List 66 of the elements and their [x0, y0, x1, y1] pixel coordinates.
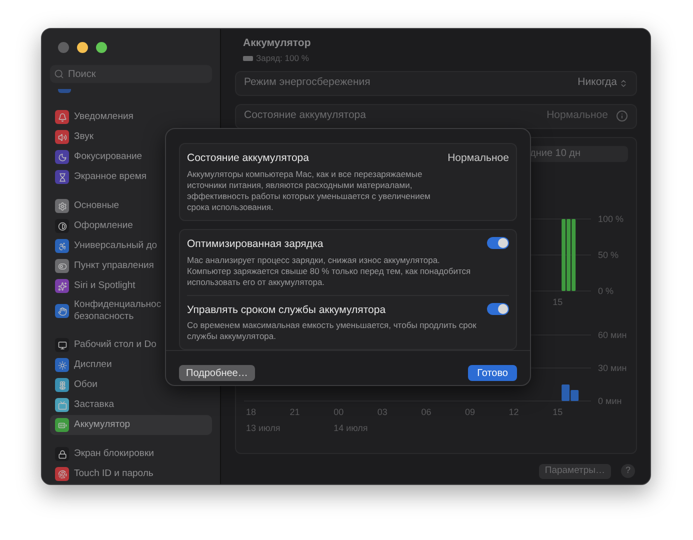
search-icon	[54, 69, 64, 79]
card-description: Аккумуляторы компьютера Mac, как и все перезаряжаемые источники питания, являются расходными материалами, эффективность работы которых уменьшается с увеличением срока использования.	[187, 168, 432, 213]
axis-label: 30 мин	[598, 362, 627, 372]
axis-label: 12	[508, 406, 519, 416]
minimize-button[interactable]	[77, 42, 88, 53]
toggle-description: Mac анализирует процесс зарядки, снижая износ аккумулятора. Компьютер заряжается свыше 80 % только перед тем, как понадобится использовать его от аккумулятора.	[187, 254, 472, 288]
date-label: 14 июля	[334, 422, 368, 432]
sidebar-label: Звук	[74, 131, 94, 143]
sidebar-label: Touch ID и пароль	[74, 468, 154, 480]
search-input[interactable]: Поиск	[68, 66, 208, 82]
row-value: Нормальное	[546, 108, 608, 124]
axis-label: 50 %	[598, 250, 619, 260]
sidebar-item[interactable]: Уведомления	[50, 107, 212, 127]
axis-label: 100 %	[598, 214, 624, 224]
sidebar-label: Универсальный до	[74, 240, 158, 252]
axis-label: 15	[552, 296, 563, 306]
row-label: Состояние аккумулятора	[244, 108, 366, 124]
sidebar-label: Рабочий стол и Do	[74, 339, 156, 351]
sidebar-label: Заставка	[74, 399, 114, 411]
sidebar-item[interactable]: Аккумулятор	[50, 415, 212, 435]
battery-icon	[243, 56, 253, 61]
sidebar-label: Пункт управления	[74, 260, 154, 272]
sidebar-label: Конфиденциальнос безопасность	[74, 299, 162, 323]
sidebar-label: Экранное время	[74, 171, 147, 183]
page-title: Аккумулятор	[243, 36, 312, 51]
toggle-description: Со временем максимальная емкость уменьшается, чтобы продлить срок службы аккумулятора.	[187, 320, 477, 342]
axis-label: 0 %	[598, 286, 614, 296]
axis-label: 03	[377, 406, 388, 416]
card-title: Состояние аккумулятора	[187, 151, 309, 166]
done-button[interactable]: Готово	[468, 365, 517, 382]
app-icon	[58, 89, 71, 93]
sidebar-label: Обои	[74, 379, 98, 391]
toggle-title: Оптимизированная зарядка	[187, 236, 324, 252]
axis-label: 00	[334, 406, 344, 416]
sidebar-label: Оформление	[74, 220, 133, 232]
options-button[interactable]: Параметры…	[538, 464, 611, 478]
zoom-button[interactable]	[96, 42, 107, 53]
popup-button[interactable]: Никогда	[578, 75, 628, 91]
axis-label: 18	[246, 406, 256, 416]
axis-label: 0 мин	[598, 396, 622, 406]
axis-label: 09	[465, 406, 475, 416]
row-label: Режим энергосбережения	[244, 75, 370, 90]
axis-label: 06	[421, 406, 432, 416]
sidebar-label: Siri и Spotlight	[74, 280, 136, 292]
sidebar-item[interactable]: Экран блокировки	[50, 444, 212, 464]
chevron-icon	[619, 78, 628, 88]
date-label: 13 июля	[246, 422, 280, 432]
sidebar-label: Основные	[74, 200, 120, 212]
sidebar-label: Уведомления	[74, 111, 134, 123]
axis-label: 60 мин	[598, 330, 627, 340]
sidebar-label: Экран блокировки	[74, 448, 154, 460]
status-value: Нормальное	[448, 151, 509, 166]
search-field[interactable]: Поиск	[50, 65, 212, 83]
sidebar-item[interactable]: Заставка	[50, 395, 212, 415]
sidebar-label: Дисплеи	[74, 359, 112, 371]
help-button[interactable]: ?	[621, 464, 635, 478]
sidebar-item[interactable]: Touch ID и пароль	[50, 464, 212, 484]
more-button[interactable]: Подробнее…	[179, 365, 255, 382]
axis-label: 21	[290, 406, 300, 416]
toggle-switch[interactable]	[487, 236, 509, 249]
charge-label: Заряд: 100 %	[256, 52, 309, 64]
toggle-title: Управлять сроком службы аккумулятора	[187, 302, 387, 318]
sidebar-label: Аккумулятор	[74, 419, 130, 431]
sidebar-label: Фокусирование	[74, 151, 142, 163]
toggle-switch[interactable]	[487, 302, 509, 314]
axis-label: 15	[552, 406, 563, 416]
